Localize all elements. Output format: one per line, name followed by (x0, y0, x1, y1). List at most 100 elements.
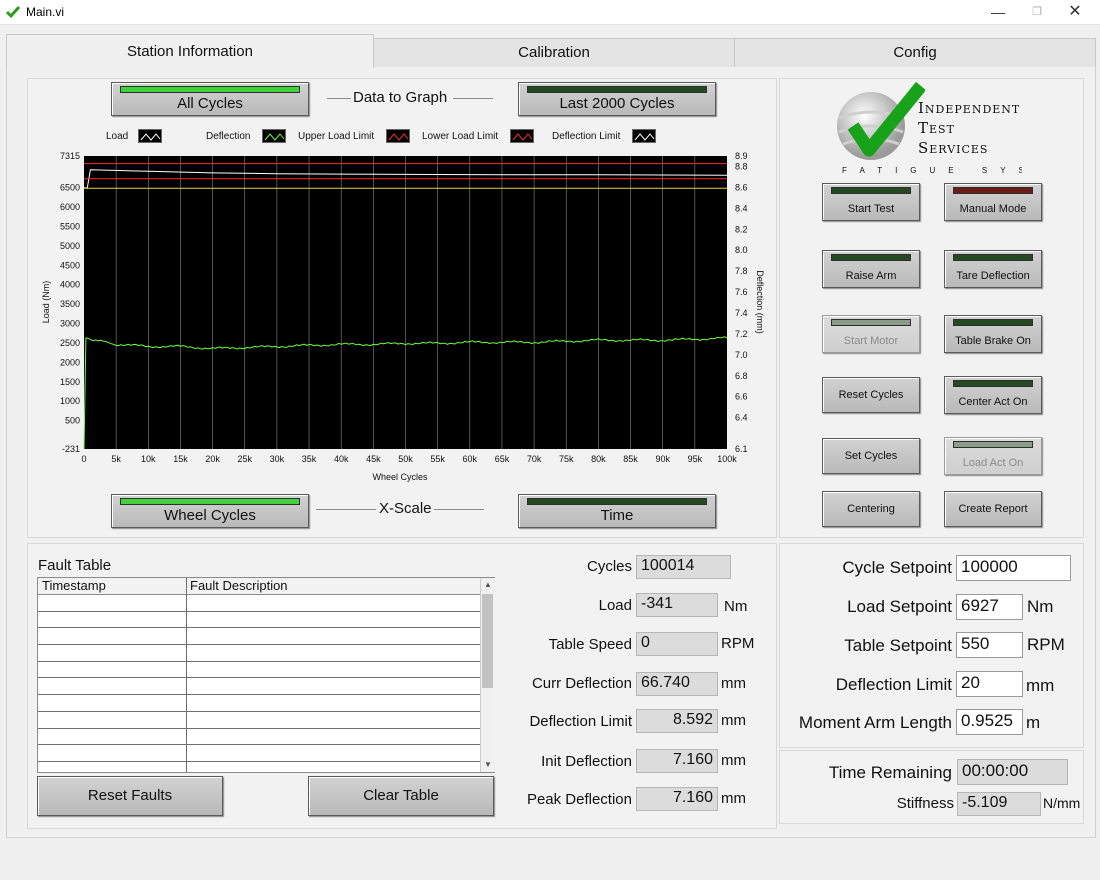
table-row[interactable] (38, 745, 480, 762)
load-deflection-chart[interactable]: 7315650060005500500045004000350030002500… (30, 146, 770, 486)
load-indicator: -341 (636, 593, 718, 617)
center-act-on-button[interactable]: Center Act On (944, 376, 1042, 414)
x-tick-label: 100k (717, 454, 737, 464)
table-row[interactable] (38, 662, 480, 679)
table-brake-led (953, 319, 1033, 326)
x-tick-label: 95k (688, 454, 703, 464)
start-motor-label: Start Motor (843, 335, 899, 347)
table-row[interactable] (38, 678, 480, 696)
time-button[interactable]: Time (518, 494, 716, 528)
reset-cycles-button[interactable]: Reset Cycles (822, 377, 920, 413)
manual-mode-led (953, 187, 1033, 194)
y-tick-label: 2500 (60, 338, 80, 348)
fault-table[interactable]: Timestamp Fault Description ▲ ▼ (37, 577, 495, 773)
y-axis-label: Load (Nm) (41, 281, 51, 324)
y2-tick-label: 6.8 (735, 371, 748, 381)
x-tick-label: 90k (655, 454, 670, 464)
cycles-label: Cycles (586, 558, 632, 575)
start-test-button[interactable]: Start Test (822, 183, 920, 221)
load-unit: Nm (724, 598, 748, 615)
close-button[interactable]: ✕ (1058, 0, 1092, 24)
wheel-cycles-label: Wheel Cycles (164, 507, 256, 524)
table-row[interactable] (38, 595, 480, 612)
table-row[interactable] (38, 729, 480, 746)
start-motor-button[interactable]: Start Motor (822, 315, 920, 353)
centering-button[interactable]: Centering (822, 491, 920, 527)
restore-button[interactable]: ❐ (1020, 0, 1054, 24)
wheel-cycles-button[interactable]: Wheel Cycles (111, 494, 309, 528)
last-2000-led (527, 86, 707, 93)
x-tick-label: 75k (559, 454, 574, 464)
y2-tick-label: 7.6 (735, 287, 748, 297)
scroll-up-icon[interactable]: ▲ (484, 580, 492, 589)
start-test-led (831, 187, 911, 194)
set-cycles-button[interactable]: Set Cycles (822, 438, 920, 474)
column-header-timestamp[interactable]: Timestamp (42, 578, 106, 594)
y-tick-label: 4000 (60, 280, 80, 290)
y-tick-label: 6500 (60, 183, 80, 193)
reset-faults-button[interactable]: Reset Faults (37, 776, 223, 816)
table-setpoint-unit: RPM (1027, 635, 1065, 654)
tare-deflection-button[interactable]: Tare Deflection (944, 250, 1042, 288)
cycle-setpoint-input[interactable]: 100000 (956, 555, 1071, 581)
y2-tick-label: 8.0 (735, 245, 748, 255)
scroll-down-icon[interactable]: ▼ (484, 760, 492, 769)
minimize-button[interactable]: — (981, 0, 1015, 24)
load-label: Load (598, 597, 632, 614)
manual-mode-button[interactable]: Manual Mode (944, 183, 1042, 221)
x-axis-ticks: 0 5k 10k 15k 20k 25k 30k 35k 40k 45k 50k 55k 60k 65k 7… (81, 454, 737, 464)
fault-table-scrollbar[interactable]: ▲ ▼ (480, 578, 495, 772)
moment-arm-unit: m (1026, 713, 1041, 732)
create-report-button[interactable]: Create Report (944, 491, 1042, 527)
legend-upper-limit-swatch (386, 129, 410, 143)
deflection-limit-input[interactable]: 20 (956, 671, 1023, 697)
table-row[interactable] (38, 645, 480, 662)
reset-cycles-label: Reset Cycles (838, 389, 904, 401)
last-2000-label: Last 2000 Cycles (559, 95, 675, 112)
x-tick-label: 40k (334, 454, 349, 464)
scrollbar-thumb[interactable] (482, 594, 493, 688)
time-remaining-indicator: 00:00:00 (957, 759, 1068, 785)
moment-arm-label: Moment Arm Length (798, 713, 952, 732)
tab-config[interactable]: Config (734, 38, 1096, 67)
time-led (527, 498, 707, 505)
table-row[interactable] (38, 695, 480, 712)
peak-deflection-indicator: 7.160 (636, 787, 718, 811)
table-brake-on-button[interactable]: Table Brake On (944, 315, 1042, 353)
table-setpoint-input[interactable]: 550 (956, 632, 1023, 658)
last-2000-cycles-button[interactable]: Last 2000 Cycles (518, 82, 716, 116)
table-row[interactable] (38, 628, 480, 646)
y-tick-label: 4500 (60, 260, 80, 270)
moment-arm-input[interactable]: 0.9525 (956, 709, 1023, 735)
table-row[interactable] (38, 612, 480, 629)
group-line (453, 98, 493, 99)
tab-station-information[interactable]: Station Information (6, 34, 374, 68)
raise-arm-button[interactable]: Raise Arm (822, 250, 920, 288)
legend-deflection-swatch (262, 129, 286, 143)
clear-table-button[interactable]: Clear Table (308, 776, 494, 816)
init-deflection-label: Init Deflection (541, 753, 632, 770)
load-setpoint-input[interactable]: 6927 (956, 594, 1023, 620)
x-scale-label: X-Scale (379, 500, 432, 517)
y-tick-label: 3000 (60, 319, 80, 329)
data-to-graph-label: Data to Graph (353, 89, 448, 106)
column-header-fault-description[interactable]: Fault Description (190, 578, 288, 594)
x-tick-label: 80k (591, 454, 606, 464)
table-row[interactable] (38, 712, 480, 729)
x-tick-label: 65k (495, 454, 510, 464)
tab-calibration[interactable]: Calibration (372, 38, 736, 67)
legend-deflection-label: Deflection (206, 131, 251, 142)
load-act-on-button[interactable]: Load Act On (944, 437, 1042, 475)
legend-lower-limit-label: Lower Load Limit (422, 131, 499, 142)
y2-tick-label: 7.0 (735, 350, 748, 360)
table-speed-indicator: 0 (636, 632, 718, 656)
legend-lower-limit-swatch (510, 129, 534, 143)
x-tick-label: 10k (141, 454, 156, 464)
table-setpoint-label: Table Setpoint (844, 636, 952, 655)
deflection-limit-label: Deflection Limit (529, 713, 632, 730)
y-tick-label: 2000 (60, 357, 80, 367)
init-deflection-unit: mm (721, 752, 746, 769)
set-cycles-label: Set Cycles (844, 450, 898, 462)
y-tick-label: 500 (65, 416, 80, 426)
all-cycles-button[interactable]: All Cycles (111, 82, 309, 116)
